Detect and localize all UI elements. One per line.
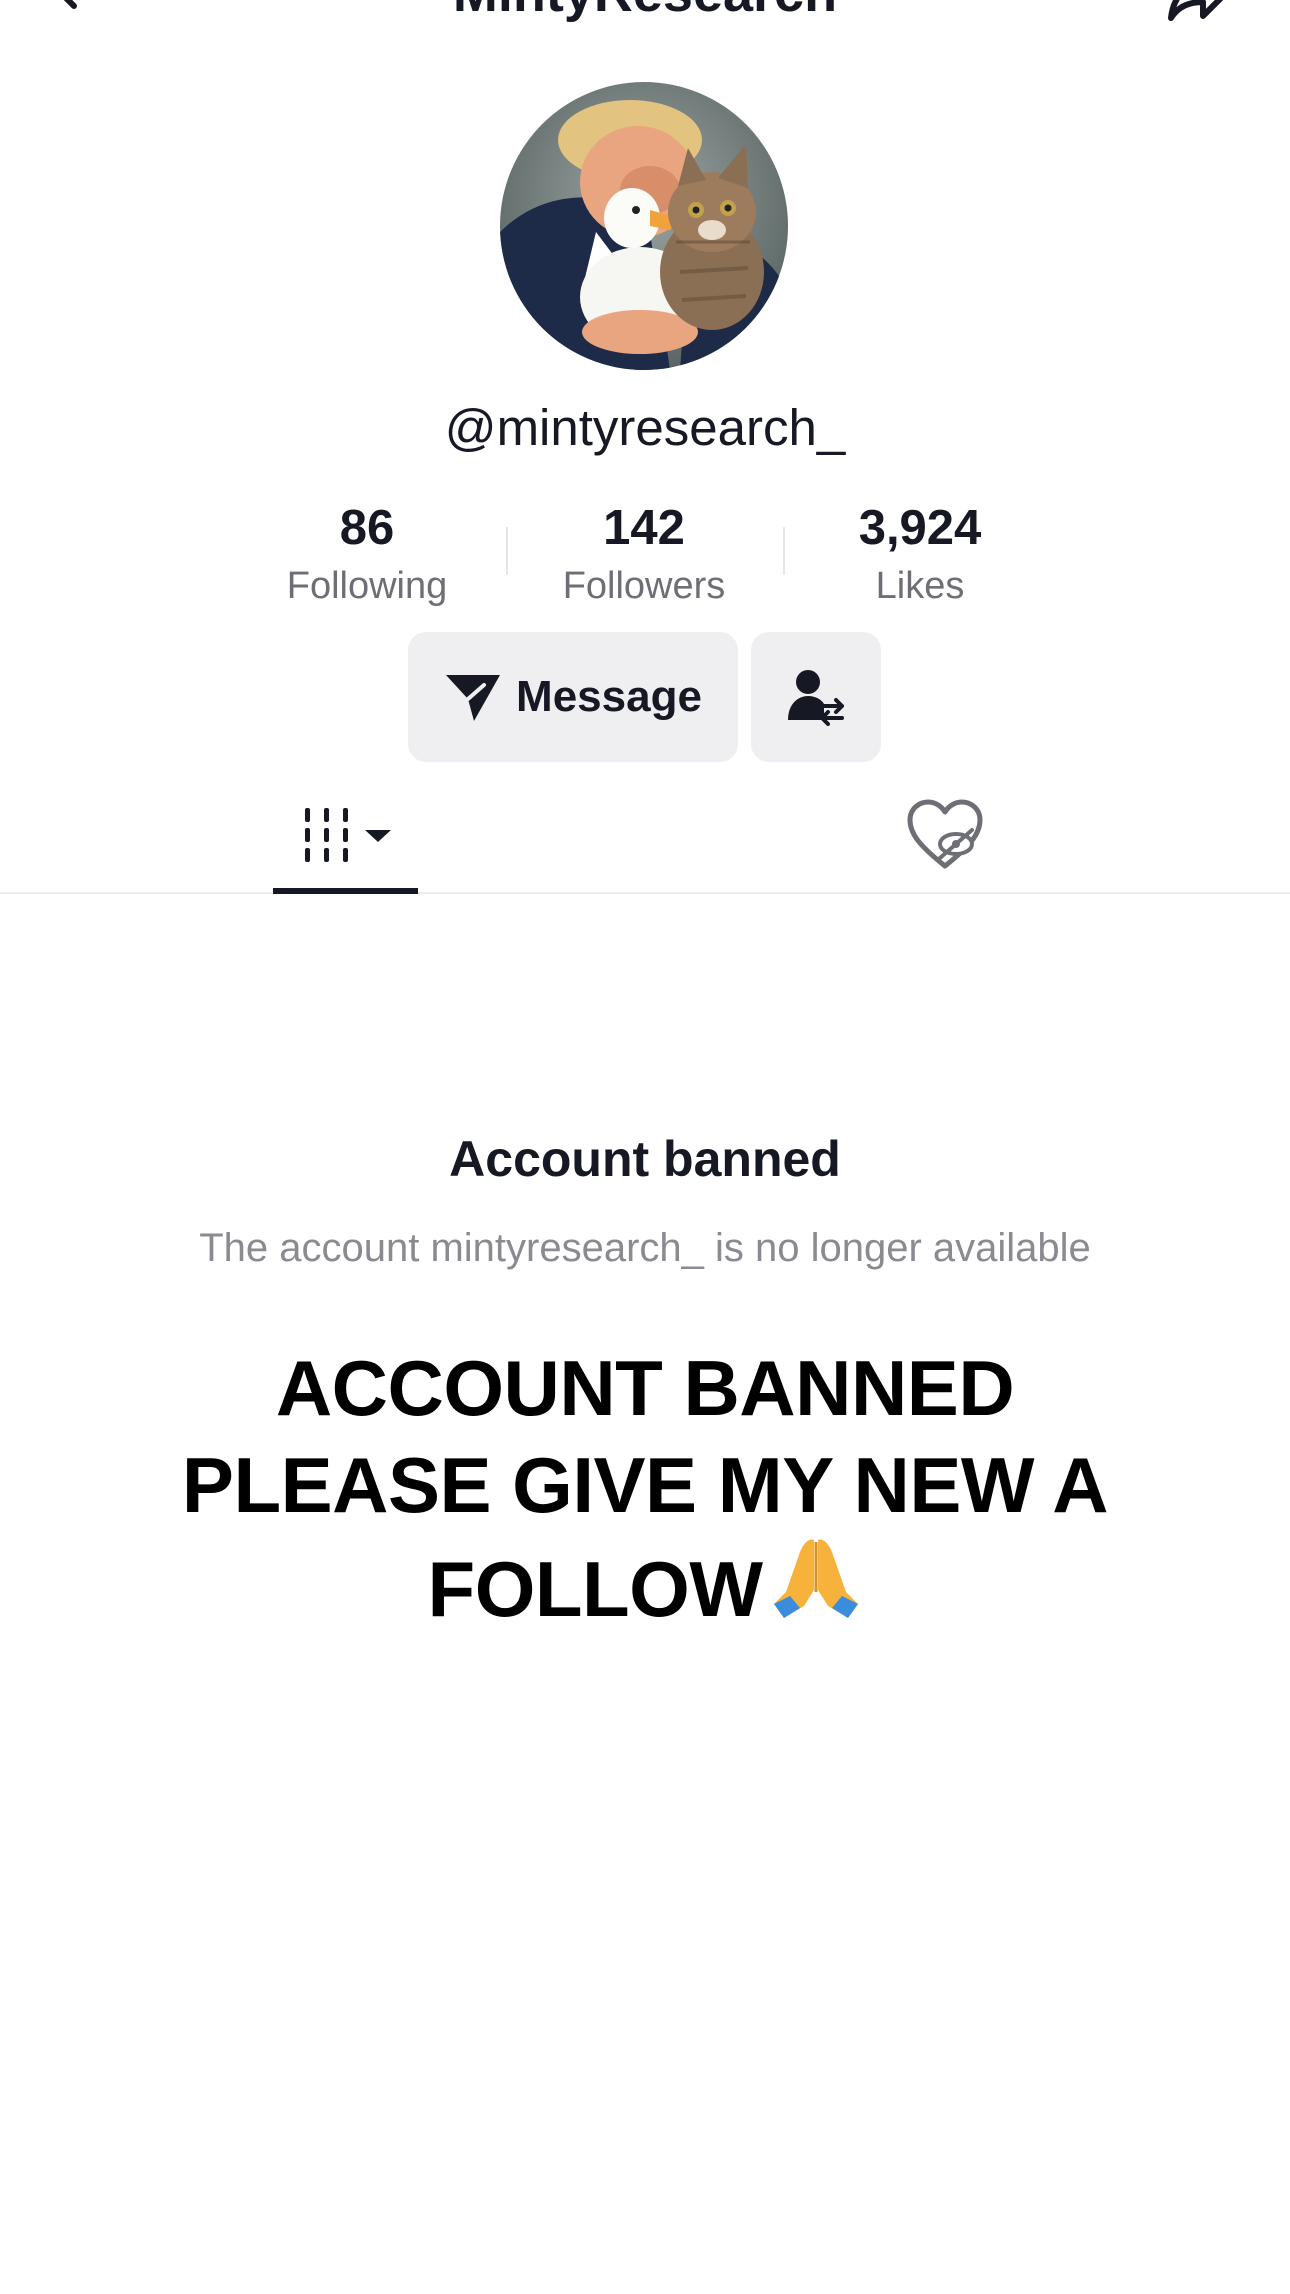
stat-value: 3,924 bbox=[858, 501, 982, 555]
share-arrow-icon bbox=[1168, 0, 1224, 21]
active-tab-indicator bbox=[273, 888, 418, 894]
tab-videos[interactable] bbox=[273, 780, 418, 894]
stat-label: Likes bbox=[875, 565, 965, 607]
stat-value: 86 bbox=[339, 501, 395, 555]
caption-line-1: ACCOUNT BANNED bbox=[275, 1344, 1015, 1432]
avatar[interactable] bbox=[500, 82, 788, 370]
overlay-caption: ACCOUNT BANNED PLEASE GIVE MY NEW A FOLL… bbox=[100, 1340, 1190, 1644]
friend-suggestions-button[interactable] bbox=[751, 632, 881, 762]
profile-photo-icon bbox=[500, 82, 788, 370]
stat-value: 142 bbox=[603, 501, 685, 555]
stat-label: Followers bbox=[562, 565, 726, 607]
heart-hidden-icon bbox=[907, 799, 983, 869]
user-swap-icon bbox=[788, 670, 844, 726]
caption-line-2: PLEASE GIVE MY NEW A bbox=[181, 1441, 1109, 1529]
banned-description: The account mintyresearch_ is no longer … bbox=[199, 1226, 1091, 1270]
username: @mintyresearch_ bbox=[444, 399, 846, 456]
stat-followers[interactable]: 142 Followers bbox=[504, 498, 784, 612]
profile-tabs bbox=[0, 780, 1290, 894]
chevron-left-icon bbox=[63, 0, 77, 9]
back-button[interactable] bbox=[44, 0, 94, 20]
praying-hands-icon bbox=[770, 1534, 862, 1644]
tab-liked[interactable] bbox=[900, 780, 990, 892]
message-button-label: Message bbox=[516, 672, 702, 721]
message-button[interactable]: Message bbox=[408, 632, 738, 762]
paper-plane-icon bbox=[446, 675, 501, 721]
page-title: MintyResearch bbox=[0, 0, 1290, 24]
caption-line-3: FOLLOW bbox=[100, 1534, 1190, 1644]
stat-following[interactable]: 86 Following bbox=[227, 498, 507, 612]
stat-likes[interactable]: 3,924 Likes bbox=[780, 498, 1060, 612]
top-nav: MintyResearch bbox=[0, 0, 1290, 40]
banned-title: Account banned bbox=[449, 1131, 841, 1187]
stat-label: Following bbox=[286, 565, 448, 607]
caption-line-3-text: FOLLOW bbox=[427, 1545, 763, 1633]
share-button[interactable] bbox=[1165, 0, 1235, 25]
grid-bars-icon bbox=[305, 808, 391, 862]
